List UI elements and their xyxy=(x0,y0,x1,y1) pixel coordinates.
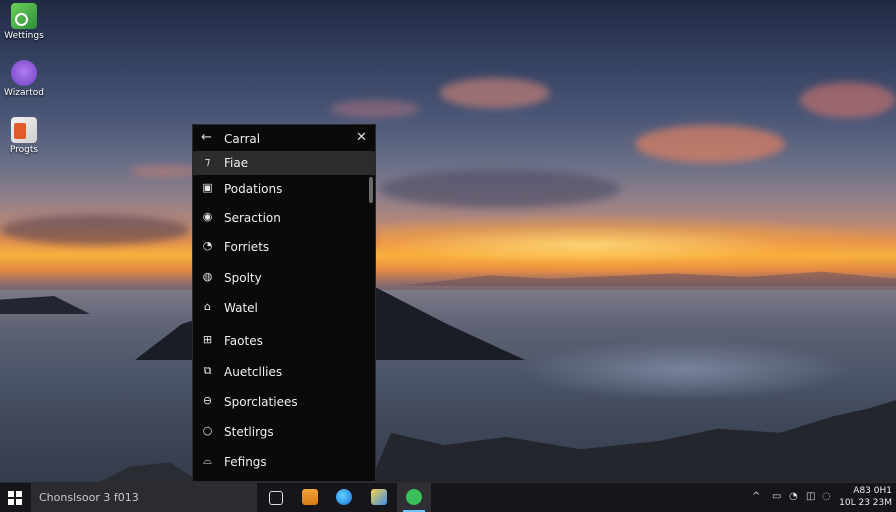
menu-item-label: Seraction xyxy=(224,211,281,225)
minus-circle-icon: ⊖ xyxy=(202,394,213,407)
settings-app-icon xyxy=(11,3,37,29)
volume-icon[interactable]: ◫ xyxy=(806,491,815,503)
desktop-icon-label: Progts xyxy=(9,145,39,155)
wallpaper-sea-reflection xyxy=(520,340,850,400)
taskbar-app-briefcase[interactable] xyxy=(293,483,327,512)
desktop-icon-programs[interactable]: Progts xyxy=(0,117,48,155)
menu-item-label: Fiae xyxy=(224,156,249,170)
menu-item-label: Stetlirgs xyxy=(224,425,274,439)
menu-item-watel[interactable]: ⌂ Watel xyxy=(193,296,375,320)
wallpaper-cloud xyxy=(440,78,550,108)
taskbar-app-browser[interactable] xyxy=(327,483,361,512)
menu-item-sporclatiees[interactable]: ⊖ Sporclatiees xyxy=(193,390,375,414)
desktop-icon-label: Wizartod xyxy=(4,88,44,98)
windows-logo-icon xyxy=(8,491,22,505)
wallpaper-cloud xyxy=(0,215,190,245)
flyout-scrollbar-thumb[interactable] xyxy=(369,177,373,203)
battery-icon[interactable]: ▭ xyxy=(772,491,781,503)
back-arrow-icon[interactable]: ← xyxy=(201,130,212,145)
wallpaper-cloud xyxy=(380,170,620,208)
music-app-icon xyxy=(406,489,422,505)
taskbar: Chonslsoor 3 f013 ^ ▭ ◔ ◫ ◌ A83 0H1 10L … xyxy=(0,482,896,512)
clock-date: 10L 23 23M xyxy=(839,498,892,508)
show-hidden-icons-chevron-icon[interactable]: ^ xyxy=(752,491,760,503)
menu-item-label: Watel xyxy=(224,301,258,315)
menu-item-forriets[interactable]: ◔ Forriets xyxy=(193,235,375,259)
flyout-title: Carral xyxy=(224,132,261,146)
bag-icon: ⌂ xyxy=(204,300,211,313)
start-button[interactable] xyxy=(0,483,30,512)
desktop-icon-wizard[interactable]: Wizartod xyxy=(0,60,48,98)
clock-time: A83 0H1 xyxy=(853,486,892,496)
menu-item-label: Sporclatiees xyxy=(224,395,298,409)
document-icon: ⧉ xyxy=(203,364,212,377)
menu-item-label: Fefings xyxy=(224,455,267,469)
menu-item-label: Forriets xyxy=(224,240,270,254)
wifi-icon[interactable]: ◔ xyxy=(789,491,798,503)
desktop-icon-label: Wettings xyxy=(4,31,44,41)
wallpaper-cloud xyxy=(800,82,896,118)
taskbar-app-active[interactable] xyxy=(397,483,431,512)
wizard-app-icon xyxy=(11,60,37,86)
taskbar-search-box[interactable]: Chonslsoor 3 f013 xyxy=(31,483,257,512)
display-icon: ▣ xyxy=(202,181,213,194)
menu-item-label: Spolty xyxy=(224,271,262,285)
flyout-menu: ← Carral ✕ ⁊ Fiae ▣ Podations ◉ Seractio… xyxy=(192,124,376,482)
wallpaper-cloud xyxy=(130,165,200,177)
file-icon: ⁊ xyxy=(204,155,211,168)
menu-item-label: Podations xyxy=(224,182,283,196)
grid-icon: ⊞ xyxy=(202,333,213,346)
desktop-icon-settings[interactable]: Wettings xyxy=(0,3,48,41)
close-icon[interactable]: ✕ xyxy=(356,130,367,145)
briefcase-icon xyxy=(302,489,318,505)
search-box-text: Chonslsoor 3 f013 xyxy=(39,491,139,504)
notification-icon[interactable]: ◌ xyxy=(822,491,831,503)
menu-item-file[interactable]: ⁊ Fiae xyxy=(193,151,375,175)
programs-app-icon xyxy=(11,117,37,143)
menu-item-seraction[interactable]: ◉ Seraction xyxy=(193,206,375,230)
menu-item-stetlirgs[interactable]: ○ Stetlirgs xyxy=(193,420,375,444)
menu-item-label: Auetcllies xyxy=(224,365,283,379)
taskbar-app-files[interactable] xyxy=(362,483,396,512)
wallpaper-cloud xyxy=(330,100,420,118)
cloud-icon: ⌓ xyxy=(203,454,212,467)
wallpaper-sunset-glow xyxy=(380,215,896,275)
desktop-wallpaper xyxy=(0,0,896,482)
menu-item-auetcllies[interactable]: ⧉ Auetcllies xyxy=(193,360,375,384)
menu-item-fefings[interactable]: ⌓ Fefings xyxy=(193,450,375,474)
flyout-header: ← Carral ✕ xyxy=(193,125,375,153)
task-view-icon xyxy=(269,491,283,505)
menu-item-podations[interactable]: ▣ Podations xyxy=(193,177,375,201)
browser-icon xyxy=(336,489,352,505)
clock-icon: ◔ xyxy=(202,239,213,252)
task-view-button[interactable] xyxy=(258,483,292,512)
shield-icon: ◍ xyxy=(202,270,213,283)
taskbar-clock[interactable]: A83 0H1 10L 23 23M xyxy=(832,485,892,509)
menu-item-faotes[interactable]: ⊞ Faotes xyxy=(193,329,375,353)
circle-icon: ○ xyxy=(202,424,213,437)
menu-item-spolty[interactable]: ◍ Spolty xyxy=(193,266,375,290)
target-icon: ◉ xyxy=(202,210,213,223)
wallpaper-cloud xyxy=(635,125,785,163)
file-explorer-icon xyxy=(371,489,387,505)
menu-item-label: Faotes xyxy=(224,334,263,348)
